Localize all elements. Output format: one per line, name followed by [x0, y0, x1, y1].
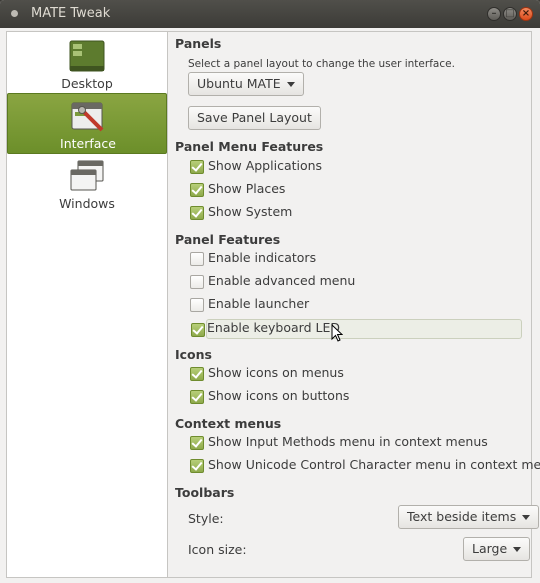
icons-heading: Icons — [175, 347, 212, 362]
checkbox-label: Enable launcher — [208, 296, 310, 311]
close-button[interactable]: × — [519, 7, 533, 21]
maximize-button[interactable]: □ — [503, 7, 517, 21]
chevron-down-icon — [522, 515, 531, 520]
sidebar-item-windows[interactable]: Windows — [7, 154, 167, 215]
checkbox-label: Enable advanced menu — [208, 273, 356, 288]
panel-features-heading: Panel Features — [175, 232, 281, 247]
show-icons-on-menus-checkbox[interactable]: Show icons on menus — [188, 364, 522, 384]
enable-indicators-checkbox[interactable]: Enable indicators — [188, 249, 522, 269]
maximize-icon: □ — [505, 8, 515, 19]
checkbox-checked-icon — [190, 390, 204, 404]
checkbox-label: Show Unicode Control Character menu in c… — [208, 457, 540, 472]
checkbox-label: Enable keyboard LED — [207, 320, 340, 335]
sidebar-item-desktop[interactable]: Desktop — [7, 34, 167, 95]
mate-tweak-window: MATE Tweak – □ × Desktop Interface Windo… — [0, 0, 540, 583]
show-applications-checkbox[interactable]: Show Applications — [188, 157, 522, 177]
panels-heading: Panels — [175, 36, 222, 51]
settings-panel: Panels Select a panel layout to change t… — [168, 31, 540, 578]
checkbox-checked-icon — [190, 367, 204, 381]
enable-launcher-checkbox[interactable]: Enable launcher — [188, 295, 522, 315]
icon-size-label: Icon size: — [188, 542, 247, 557]
title-bar[interactable]: MATE Tweak – □ × — [0, 0, 540, 28]
chevron-down-icon — [513, 547, 522, 552]
checkbox-checked-icon — [190, 160, 204, 174]
enable-keyboard-led-checkbox[interactable]: Enable keyboard LED — [191, 319, 522, 339]
checkbox-label: Show icons on menus — [208, 365, 344, 380]
checkbox-label: Show Places — [208, 181, 286, 196]
panel-layout-dropdown[interactable]: Ubuntu MATE — [188, 72, 304, 96]
desktop-icon — [69, 40, 105, 72]
show-input-methods-checkbox[interactable]: Show Input Methods menu in context menus — [188, 433, 522, 453]
checkbox-unchecked-icon — [190, 275, 204, 289]
sidebar-item-label: Windows — [59, 196, 115, 211]
minimize-button[interactable]: – — [487, 7, 501, 21]
sidebar-item-label: Interface — [60, 136, 116, 151]
panels-hint: Select a panel layout to change the user… — [188, 58, 455, 70]
checkbox-unchecked-icon — [190, 298, 204, 312]
window-menu-icon[interactable] — [11, 10, 18, 17]
toolbar-style-label: Style: — [188, 511, 224, 526]
checkbox-checked-icon — [190, 459, 204, 473]
panel-menu-features-heading: Panel Menu Features — [175, 139, 324, 154]
toolbars-heading: Toolbars — [175, 485, 235, 500]
windows-icon — [70, 160, 104, 191]
show-icons-on-buttons-checkbox[interactable]: Show icons on buttons — [188, 387, 522, 407]
sidebar-item-label: Desktop — [61, 76, 113, 91]
panel-layout-value: Ubuntu MATE — [197, 76, 281, 91]
sidebar: Desktop Interface Windows — [6, 31, 168, 578]
mouse-pointer-icon — [331, 324, 343, 342]
sidebar-item-interface[interactable]: Interface — [7, 93, 167, 154]
show-unicode-control-checkbox[interactable]: Show Unicode Control Character menu in c… — [188, 456, 540, 476]
show-places-checkbox[interactable]: Show Places — [188, 180, 522, 200]
toolbar-style-value: Text beside items — [407, 509, 517, 524]
checkbox-checked-icon — [190, 436, 204, 450]
checkbox-label: Show icons on buttons — [208, 388, 350, 403]
interface-icon — [71, 102, 104, 132]
checkbox-unchecked-icon — [190, 252, 204, 266]
checkbox-label: Enable indicators — [208, 250, 317, 265]
checkbox-checked-icon — [191, 323, 205, 337]
minimize-icon: – — [491, 8, 497, 19]
checkbox-label: Show Applications — [208, 158, 323, 173]
icon-size-value: Large — [472, 541, 508, 556]
checkbox-checked-icon — [190, 206, 204, 220]
close-icon: × — [521, 8, 531, 19]
checkbox-checked-icon — [190, 183, 204, 197]
context-menus-heading: Context menus — [175, 416, 282, 431]
chevron-down-icon — [286, 82, 295, 87]
show-system-checkbox[interactable]: Show System — [188, 203, 522, 223]
checkbox-label: Show Input Methods menu in context menus — [208, 434, 488, 449]
save-panel-layout-button[interactable]: Save Panel Layout — [188, 106, 321, 130]
toolbar-style-dropdown[interactable]: Text beside items — [398, 505, 540, 529]
enable-advanced-menu-checkbox[interactable]: Enable advanced menu — [188, 272, 522, 292]
checkbox-label: Show System — [208, 204, 293, 219]
window-title: MATE Tweak — [31, 6, 111, 21]
icon-size-dropdown[interactable]: Large — [463, 537, 531, 561]
